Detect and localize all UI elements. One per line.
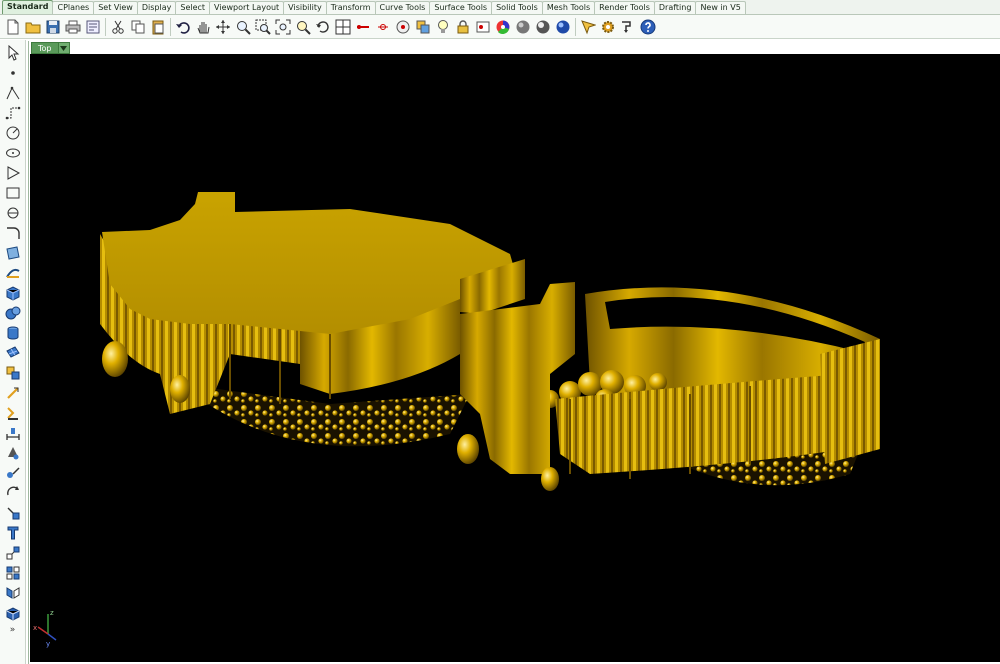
select-arrow-icon[interactable] bbox=[3, 43, 23, 63]
zoom-icon[interactable] bbox=[233, 17, 252, 36]
help-icon[interactable] bbox=[638, 17, 657, 36]
undo-icon[interactable] bbox=[173, 17, 192, 36]
rotate-view-icon[interactable] bbox=[213, 17, 232, 36]
tab-set-view[interactable]: Set View bbox=[93, 1, 138, 14]
snap-icon[interactable] bbox=[393, 17, 412, 36]
layer-icon[interactable] bbox=[413, 17, 432, 36]
tab-curve-tools[interactable]: Curve Tools bbox=[374, 1, 431, 14]
dimension-tool-icon[interactable] bbox=[3, 423, 23, 443]
text-icon[interactable] bbox=[3, 523, 23, 543]
paste-icon[interactable] bbox=[148, 17, 167, 36]
rendered-sphere-icon[interactable] bbox=[533, 17, 552, 36]
tab-visibility[interactable]: Visibility bbox=[283, 1, 327, 14]
curve-icon[interactable] bbox=[3, 103, 23, 123]
boolean-split-icon[interactable] bbox=[3, 403, 23, 423]
zoom-window-icon[interactable] bbox=[253, 17, 272, 36]
rotate-object-icon[interactable] bbox=[3, 483, 23, 503]
zoom-selected-icon[interactable] bbox=[293, 17, 312, 36]
print-icon[interactable] bbox=[63, 17, 82, 36]
viewport-title[interactable]: Top bbox=[31, 42, 59, 54]
gear-icon[interactable] bbox=[598, 17, 617, 36]
rectangle-icon[interactable] bbox=[3, 183, 23, 203]
grid-array-icon[interactable] bbox=[3, 563, 23, 583]
fillet-curve-icon[interactable] bbox=[3, 223, 23, 243]
chevron-down-icon bbox=[60, 45, 67, 51]
z-axis-label: z bbox=[50, 609, 54, 617]
cut-icon[interactable] bbox=[108, 17, 127, 36]
dimension-icon[interactable] bbox=[578, 17, 597, 36]
toolbar-tab-bar: Standard CPlanes Set View Display Select… bbox=[0, 0, 1000, 15]
x-axis-line bbox=[37, 626, 49, 635]
object-properties-icon[interactable] bbox=[473, 17, 492, 36]
tab-viewport-layout[interactable]: Viewport Layout bbox=[209, 1, 285, 14]
polyline-icon[interactable] bbox=[3, 83, 23, 103]
copy-icon[interactable] bbox=[128, 17, 147, 36]
new-file-icon[interactable] bbox=[3, 17, 22, 36]
viewport-menu-dropdown[interactable] bbox=[58, 42, 70, 54]
right-claw-knob bbox=[457, 434, 479, 464]
tab-display[interactable]: Display bbox=[136, 1, 177, 14]
cylinder-icon[interactable] bbox=[3, 323, 23, 343]
circle-center-icon[interactable] bbox=[3, 203, 23, 223]
shaded-sphere-icon[interactable] bbox=[513, 17, 532, 36]
tab-select[interactable]: Select bbox=[175, 1, 211, 14]
viewport-title-tab[interactable]: Top bbox=[31, 42, 70, 54]
move-object-icon[interactable] bbox=[3, 503, 23, 523]
surface-edit-icon[interactable] bbox=[3, 263, 23, 283]
circle-icon[interactable] bbox=[3, 123, 23, 143]
tab-solid-tools[interactable]: Solid Tools bbox=[491, 1, 543, 14]
surface-icon[interactable] bbox=[3, 243, 23, 263]
model-scene: z x y bbox=[33, 192, 880, 648]
analyze-icon[interactable] bbox=[3, 463, 23, 483]
y-axis-label: y bbox=[46, 640, 50, 648]
select-all-icon[interactable] bbox=[353, 17, 372, 36]
axis-gizmo: z x y bbox=[33, 609, 57, 648]
x-axis-label: x bbox=[33, 624, 37, 632]
array-icon[interactable] bbox=[3, 543, 23, 563]
render-sphere-icon[interactable] bbox=[553, 17, 572, 36]
tab-render-tools[interactable]: Render Tools bbox=[594, 1, 655, 14]
pick-point-icon[interactable] bbox=[373, 17, 392, 36]
scale-icon[interactable] bbox=[3, 383, 23, 403]
render-icon[interactable] bbox=[3, 443, 23, 463]
transform-icon[interactable] bbox=[3, 363, 23, 383]
tab-surface-tools[interactable]: Surface Tools bbox=[429, 1, 493, 14]
tab-new-in-v5[interactable]: New in V5 bbox=[695, 1, 746, 14]
main-tool-sidebar: » bbox=[0, 40, 26, 664]
tab-drafting[interactable]: Drafting bbox=[653, 1, 697, 14]
open-folder-icon[interactable] bbox=[23, 17, 42, 36]
command-history-icon[interactable] bbox=[618, 17, 637, 36]
properties-icon[interactable] bbox=[83, 17, 102, 36]
tab-transform[interactable]: Transform bbox=[325, 1, 376, 14]
right-ring-model[interactable] bbox=[457, 282, 880, 491]
point-icon[interactable] bbox=[3, 63, 23, 83]
pan-hand-icon[interactable] bbox=[193, 17, 212, 36]
ellipse-icon[interactable] bbox=[3, 143, 23, 163]
left-claw-knob-2 bbox=[170, 375, 190, 403]
mirror-icon[interactable] bbox=[3, 583, 23, 603]
polygon-icon[interactable] bbox=[3, 163, 23, 183]
light-bulb-icon[interactable] bbox=[433, 17, 452, 36]
save-icon[interactable] bbox=[43, 17, 62, 36]
perspective-viewport[interactable]: z x y bbox=[30, 54, 1000, 662]
zoom-extents-icon[interactable] bbox=[273, 17, 292, 36]
right-claw-knob-2 bbox=[541, 467, 559, 491]
four-viewports-icon[interactable] bbox=[333, 17, 352, 36]
color-wheel-icon[interactable] bbox=[493, 17, 512, 36]
box-solid-icon[interactable] bbox=[3, 283, 23, 303]
tab-cplanes[interactable]: CPlanes bbox=[52, 1, 95, 14]
right-rim bbox=[820, 339, 880, 464]
tab-mesh-tools[interactable]: Mesh Tools bbox=[541, 1, 596, 14]
extrude-box-icon[interactable] bbox=[3, 603, 23, 623]
tab-standard[interactable]: Standard bbox=[2, 0, 54, 14]
standard-toolbar bbox=[0, 15, 1000, 39]
left-claw-knob bbox=[102, 341, 128, 377]
solid-union-icon[interactable] bbox=[3, 303, 23, 323]
sidebar-more-chevron[interactable]: » bbox=[10, 625, 16, 635]
mesh-icon[interactable] bbox=[3, 343, 23, 363]
left-filigree-detail bbox=[180, 384, 470, 447]
lock-icon[interactable] bbox=[453, 17, 472, 36]
undo-view-icon[interactable] bbox=[313, 17, 332, 36]
